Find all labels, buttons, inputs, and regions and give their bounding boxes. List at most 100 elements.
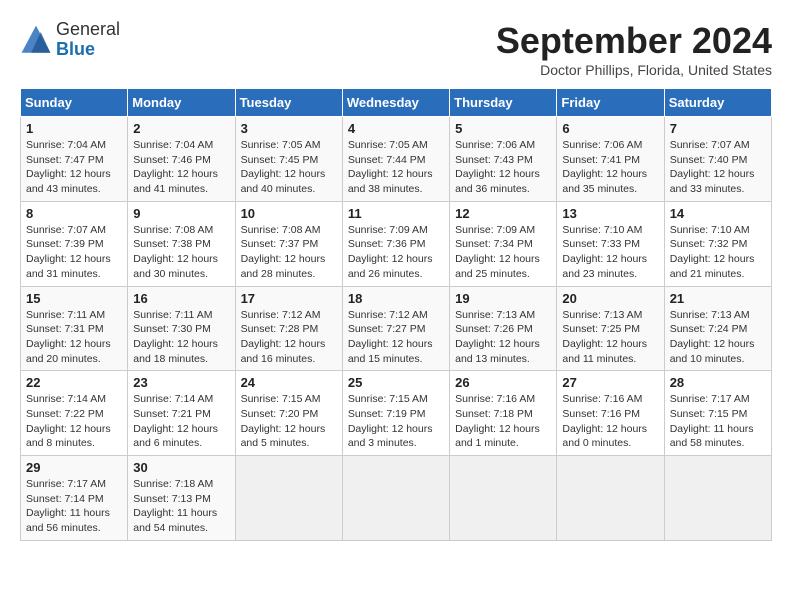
calendar-cell: 14 Sunrise: 7:10 AMSunset: 7:32 PMDayligh… bbox=[664, 201, 771, 286]
day-number: 20 bbox=[562, 291, 658, 306]
calendar-cell: 8 Sunrise: 7:07 AMSunset: 7:39 PMDaylight… bbox=[21, 201, 128, 286]
header-saturday: Saturday bbox=[664, 89, 771, 117]
calendar-cell: 21 Sunrise: 7:13 AMSunset: 7:24 PMDayligh… bbox=[664, 286, 771, 371]
day-info: Sunrise: 7:14 AMSunset: 7:21 PMDaylight:… bbox=[133, 392, 229, 451]
day-info: Sunrise: 7:15 AMSunset: 7:20 PMDaylight:… bbox=[241, 392, 337, 451]
calendar-cell: 30Sunrise: 7:18 AMSunset: 7:13 PMDayligh… bbox=[128, 456, 235, 541]
day-number: 14 bbox=[670, 206, 766, 221]
calendar-cell: 25 Sunrise: 7:15 AMSunset: 7:19 PMDayligh… bbox=[342, 371, 449, 456]
calendar-cell: 6Sunrise: 7:06 AMSunset: 7:41 PMDaylight… bbox=[557, 117, 664, 202]
page-header: General Blue September 2024 Doctor Phill… bbox=[20, 20, 772, 78]
month-title: September 2024 bbox=[496, 20, 772, 62]
day-number: 23 bbox=[133, 375, 229, 390]
calendar-week-row: 29 Sunrise: 7:17 AMSunset: 7:14 PMDayligh… bbox=[21, 456, 772, 541]
calendar-cell: 10Sunrise: 7:08 AMSunset: 7:37 PMDayligh… bbox=[235, 201, 342, 286]
header-tuesday: Tuesday bbox=[235, 89, 342, 117]
day-number: 11 bbox=[348, 206, 444, 221]
day-info: Sunrise: 7:15 AMSunset: 7:19 PMDaylight:… bbox=[348, 392, 444, 451]
day-number: 3 bbox=[241, 121, 337, 136]
day-number: 2 bbox=[133, 121, 229, 136]
day-number: 15 bbox=[26, 291, 122, 306]
calendar-cell: 23 Sunrise: 7:14 AMSunset: 7:21 PMDayligh… bbox=[128, 371, 235, 456]
calendar-cell: 1 Sunrise: 7:04 AMSunset: 7:47 PMDaylight… bbox=[21, 117, 128, 202]
day-info: Sunrise: 7:17 AMSunset: 7:15 PMDaylight:… bbox=[670, 392, 766, 451]
day-number: 21 bbox=[670, 291, 766, 306]
calendar-cell: 5Sunrise: 7:06 AMSunset: 7:43 PMDaylight… bbox=[450, 117, 557, 202]
calendar-cell: 15 Sunrise: 7:11 AMSunset: 7:31 PMDayligh… bbox=[21, 286, 128, 371]
day-info: Sunrise: 7:06 AMSunset: 7:41 PMDaylight:… bbox=[562, 138, 658, 197]
day-info: Sunrise: 7:11 AMSunset: 7:31 PMDaylight:… bbox=[26, 308, 122, 367]
day-info: Sunrise: 7:11 AMSunset: 7:30 PMDaylight:… bbox=[133, 308, 229, 367]
calendar-cell: 13 Sunrise: 7:10 AMSunset: 7:33 PMDayligh… bbox=[557, 201, 664, 286]
calendar-table: SundayMondayTuesdayWednesdayThursdayFrid… bbox=[20, 88, 772, 541]
day-info: Sunrise: 7:16 AMSunset: 7:18 PMDaylight:… bbox=[455, 392, 551, 451]
day-number: 28 bbox=[670, 375, 766, 390]
calendar-cell: 11 Sunrise: 7:09 AMSunset: 7:36 PMDayligh… bbox=[342, 201, 449, 286]
day-info: Sunrise: 7:13 AMSunset: 7:24 PMDaylight:… bbox=[670, 308, 766, 367]
calendar-cell: 2 Sunrise: 7:04 AMSunset: 7:46 PMDaylight… bbox=[128, 117, 235, 202]
calendar-cell: 26 Sunrise: 7:16 AMSunset: 7:18 PMDayligh… bbox=[450, 371, 557, 456]
calendar-header-row: SundayMondayTuesdayWednesdayThursdayFrid… bbox=[21, 89, 772, 117]
header-thursday: Thursday bbox=[450, 89, 557, 117]
day-info: Sunrise: 7:08 AMSunset: 7:37 PMDaylight:… bbox=[241, 223, 337, 282]
day-number: 9 bbox=[133, 206, 229, 221]
calendar-cell: 9Sunrise: 7:08 AMSunset: 7:38 PMDaylight… bbox=[128, 201, 235, 286]
calendar-cell bbox=[450, 456, 557, 541]
calendar-cell: 12 Sunrise: 7:09 AMSunset: 7:34 PMDayligh… bbox=[450, 201, 557, 286]
day-info: Sunrise: 7:04 AMSunset: 7:47 PMDaylight:… bbox=[26, 138, 122, 197]
calendar-cell: 27Sunrise: 7:16 AMSunset: 7:16 PMDayligh… bbox=[557, 371, 664, 456]
calendar-cell: 24Sunrise: 7:15 AMSunset: 7:20 PMDayligh… bbox=[235, 371, 342, 456]
calendar-cell bbox=[664, 456, 771, 541]
day-info: Sunrise: 7:16 AMSunset: 7:16 PMDaylight:… bbox=[562, 392, 658, 451]
calendar-cell: 22 Sunrise: 7:14 AMSunset: 7:22 PMDayligh… bbox=[21, 371, 128, 456]
day-info: Sunrise: 7:14 AMSunset: 7:22 PMDaylight:… bbox=[26, 392, 122, 451]
logo: General Blue bbox=[20, 20, 120, 60]
calendar-week-row: 22 Sunrise: 7:14 AMSunset: 7:22 PMDayligh… bbox=[21, 371, 772, 456]
logo-icon bbox=[20, 24, 52, 56]
day-info: Sunrise: 7:12 AMSunset: 7:27 PMDaylight:… bbox=[348, 308, 444, 367]
calendar-cell: 19Sunrise: 7:13 AMSunset: 7:26 PMDayligh… bbox=[450, 286, 557, 371]
day-number: 1 bbox=[26, 121, 122, 136]
day-info: Sunrise: 7:18 AMSunset: 7:13 PMDaylight:… bbox=[133, 477, 229, 536]
day-info: Sunrise: 7:10 AMSunset: 7:32 PMDaylight:… bbox=[670, 223, 766, 282]
day-info: Sunrise: 7:09 AMSunset: 7:36 PMDaylight:… bbox=[348, 223, 444, 282]
header-wednesday: Wednesday bbox=[342, 89, 449, 117]
day-info: Sunrise: 7:09 AMSunset: 7:34 PMDaylight:… bbox=[455, 223, 551, 282]
day-info: Sunrise: 7:17 AMSunset: 7:14 PMDaylight:… bbox=[26, 477, 122, 536]
day-number: 4 bbox=[348, 121, 444, 136]
day-number: 12 bbox=[455, 206, 551, 221]
day-info: Sunrise: 7:10 AMSunset: 7:33 PMDaylight:… bbox=[562, 223, 658, 282]
day-info: Sunrise: 7:04 AMSunset: 7:46 PMDaylight:… bbox=[133, 138, 229, 197]
location: Doctor Phillips, Florida, United States bbox=[496, 62, 772, 78]
header-friday: Friday bbox=[557, 89, 664, 117]
calendar-cell: 20 Sunrise: 7:13 AMSunset: 7:25 PMDayligh… bbox=[557, 286, 664, 371]
calendar-week-row: 15 Sunrise: 7:11 AMSunset: 7:31 PMDayligh… bbox=[21, 286, 772, 371]
day-number: 22 bbox=[26, 375, 122, 390]
header-monday: Monday bbox=[128, 89, 235, 117]
calendar-cell: 18 Sunrise: 7:12 AMSunset: 7:27 PMDayligh… bbox=[342, 286, 449, 371]
title-block: September 2024 Doctor Phillips, Florida,… bbox=[496, 20, 772, 78]
day-info: Sunrise: 7:13 AMSunset: 7:25 PMDaylight:… bbox=[562, 308, 658, 367]
day-info: Sunrise: 7:07 AMSunset: 7:39 PMDaylight:… bbox=[26, 223, 122, 282]
day-number: 18 bbox=[348, 291, 444, 306]
calendar-cell: 3Sunrise: 7:05 AMSunset: 7:45 PMDaylight… bbox=[235, 117, 342, 202]
calendar-cell: 17Sunrise: 7:12 AMSunset: 7:28 PMDayligh… bbox=[235, 286, 342, 371]
calendar-cell bbox=[557, 456, 664, 541]
day-info: Sunrise: 7:07 AMSunset: 7:40 PMDaylight:… bbox=[670, 138, 766, 197]
calendar-week-row: 1 Sunrise: 7:04 AMSunset: 7:47 PMDaylight… bbox=[21, 117, 772, 202]
day-number: 13 bbox=[562, 206, 658, 221]
calendar-cell: 7 Sunrise: 7:07 AMSunset: 7:40 PMDaylight… bbox=[664, 117, 771, 202]
day-info: Sunrise: 7:12 AMSunset: 7:28 PMDaylight:… bbox=[241, 308, 337, 367]
day-number: 19 bbox=[455, 291, 551, 306]
day-info: Sunrise: 7:06 AMSunset: 7:43 PMDaylight:… bbox=[455, 138, 551, 197]
calendar-cell bbox=[235, 456, 342, 541]
day-number: 29 bbox=[26, 460, 122, 475]
calendar-cell: 29 Sunrise: 7:17 AMSunset: 7:14 PMDayligh… bbox=[21, 456, 128, 541]
calendar-cell bbox=[342, 456, 449, 541]
calendar-cell: 28 Sunrise: 7:17 AMSunset: 7:15 PMDayligh… bbox=[664, 371, 771, 456]
day-number: 25 bbox=[348, 375, 444, 390]
day-number: 8 bbox=[26, 206, 122, 221]
logo-text: General Blue bbox=[56, 20, 120, 60]
day-number: 7 bbox=[670, 121, 766, 136]
day-number: 26 bbox=[455, 375, 551, 390]
